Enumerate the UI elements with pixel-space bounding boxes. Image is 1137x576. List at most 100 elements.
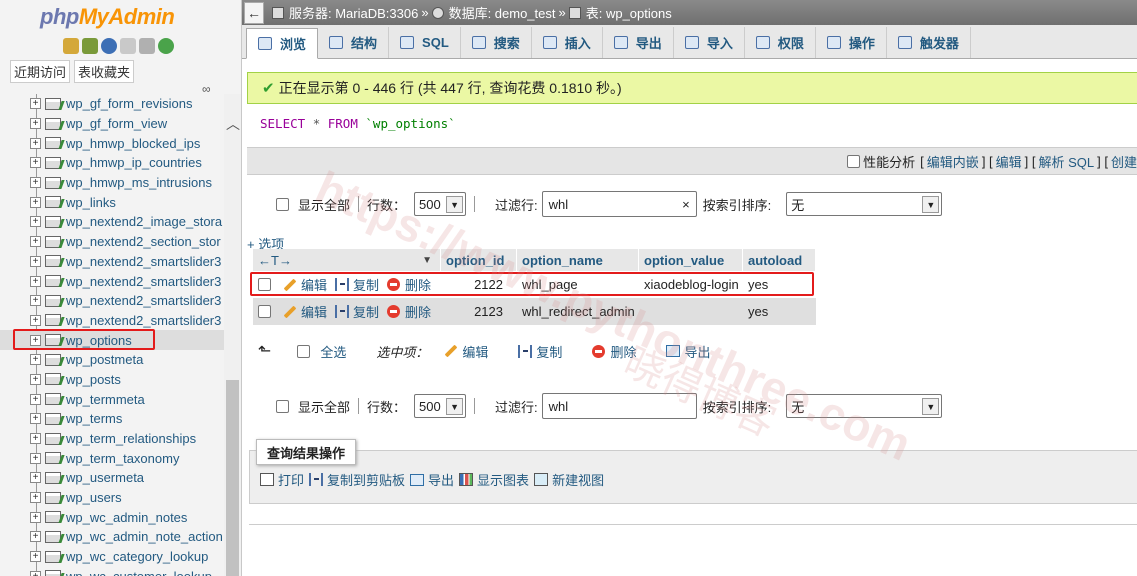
select-all-label[interactable]: 全选 xyxy=(320,342,346,361)
sidebar-item-table[interactable]: + wp_nextend2_smartslider3 xyxy=(0,291,224,311)
table-icon[interactable] xyxy=(45,412,61,425)
tab-insert[interactable]: 插入 xyxy=(532,27,603,58)
explain-sql-link[interactable]: 解析 SQL xyxy=(1039,152,1095,171)
expand-icon[interactable]: + xyxy=(30,275,41,287)
expand-icon[interactable]: + xyxy=(30,373,41,385)
cell-option-id[interactable]: 2123 xyxy=(441,298,517,325)
sort-select[interactable]: 无 ▼ xyxy=(786,394,943,418)
row-copy-button[interactable]: 复制 xyxy=(335,302,379,321)
table-icon[interactable] xyxy=(45,530,61,543)
expand-icon[interactable]: + xyxy=(30,137,41,149)
tab-triggers[interactable]: 触发器 xyxy=(887,27,971,58)
tab-operations[interactable]: 操作 xyxy=(816,27,887,58)
rows-select[interactable]: 500 ▼ xyxy=(414,394,467,418)
sidebar-item-table[interactable]: + wp_nextend2_smartslider3 xyxy=(0,311,224,331)
edit-inline-link[interactable]: 编辑内嵌 xyxy=(927,152,979,171)
row-checkbox[interactable] xyxy=(258,305,271,318)
cell-autoload[interactable]: yes xyxy=(743,298,816,325)
table-icon[interactable] xyxy=(45,373,61,386)
reload-icon[interactable] xyxy=(158,38,174,54)
copy-clipboard-link[interactable]: 复制到剪贴板 xyxy=(309,470,405,489)
expand-icon[interactable]: + xyxy=(30,118,41,130)
settings-icon[interactable] xyxy=(139,38,155,54)
sidebar-item-table[interactable]: + wp_terms xyxy=(0,409,224,429)
sidebar-item-label[interactable]: wp_hmwp_ms_intrusions xyxy=(66,175,212,190)
breadcrumb-server[interactable]: 服务器: MariaDB:3306 xyxy=(289,3,418,22)
sort-select[interactable]: 无 ▼ xyxy=(786,192,943,216)
bulk-export-button[interactable]: 导出 xyxy=(666,342,710,361)
sidebar-item-label[interactable]: wp_term_relationships xyxy=(66,431,196,446)
sidebar-item-table[interactable]: + wp_term_taxonomy xyxy=(0,448,224,468)
sidebar-item-table[interactable]: + wp_usermeta xyxy=(0,468,224,488)
expand-icon[interactable]: + xyxy=(30,216,41,228)
tab-search[interactable]: 搜索 xyxy=(461,27,532,58)
sidebar-item-label[interactable]: wp_gf_form_view xyxy=(66,116,167,131)
sidebar-item-label[interactable]: wp_terms xyxy=(66,411,122,426)
sidebar-item-table[interactable]: + wp_nextend2_section_stor xyxy=(0,232,224,252)
sidebar-item-label[interactable]: wp_nextend2_image_stora xyxy=(66,214,222,229)
expand-icon[interactable]: + xyxy=(30,157,41,169)
expand-icon[interactable]: + xyxy=(30,295,41,307)
column-header-option-value[interactable]: option_value xyxy=(639,249,743,271)
expand-icon[interactable]: + xyxy=(30,551,41,563)
expand-icon[interactable]: + xyxy=(30,255,41,267)
table-icon[interactable] xyxy=(45,137,61,150)
sidebar-item-table[interactable]: + wp_hmwp_ip_countries xyxy=(0,153,224,173)
table-icon[interactable] xyxy=(45,235,61,248)
sidebar-item-label[interactable]: wp_users xyxy=(66,490,122,505)
table-icon[interactable] xyxy=(45,393,61,406)
table-icon[interactable] xyxy=(45,570,61,576)
show-all-checkbox[interactable] xyxy=(276,197,289,211)
tab-privileges[interactable]: 权限 xyxy=(745,27,816,58)
row-delete-button[interactable]: 删除 xyxy=(387,302,431,321)
sidebar-item-table[interactable]: + wp_wc_admin_note_action xyxy=(0,527,224,547)
sidebar-item-table[interactable]: + wp_nextend2_image_stora xyxy=(0,212,224,232)
print-link[interactable]: 打印 xyxy=(260,470,304,489)
table-icon[interactable] xyxy=(45,452,61,465)
column-arrows[interactable]: ←T→ ▼ xyxy=(253,249,441,271)
collapse-sidebar-button[interactable]: ← xyxy=(244,1,264,24)
export-link[interactable]: 导出 xyxy=(410,470,454,489)
sidebar-item-label[interactable]: wp_usermeta xyxy=(66,470,144,485)
expand-icon[interactable]: + xyxy=(30,236,41,248)
create-view-link[interactable]: 新建视图 xyxy=(534,470,604,489)
sidebar-item-label[interactable]: wp_nextend2_smartslider3 xyxy=(66,293,221,308)
column-header-option-name[interactable]: option_name xyxy=(517,249,639,271)
expand-icon[interactable]: + xyxy=(30,570,41,576)
table-icon[interactable] xyxy=(45,550,61,563)
sidebar-item-label[interactable]: wp_postmeta xyxy=(66,352,143,367)
home-icon[interactable] xyxy=(63,38,79,54)
tab-sql[interactable]: SQL xyxy=(389,27,461,58)
table-icon[interactable] xyxy=(45,294,61,307)
tab-structure[interactable]: 结构 xyxy=(318,27,390,58)
sidebar-item-label[interactable]: wp_nextend2_smartslider3 xyxy=(66,254,221,269)
row-edit-button[interactable]: 编辑 xyxy=(283,302,327,321)
sidebar-item-label[interactable]: wp_nextend2_smartslider3 xyxy=(66,313,221,328)
show-all-checkbox[interactable] xyxy=(276,399,289,413)
tab-import[interactable]: 导入 xyxy=(674,27,745,58)
phpmyadmin-logo[interactable]: phpMyAdmin xyxy=(40,4,175,30)
sidebar-item-table[interactable]: + wp_nextend2_smartslider3 xyxy=(0,271,224,291)
sidebar-item-table[interactable]: + wp_hmwp_ms_intrusions xyxy=(0,173,224,193)
profiling-checkbox[interactable] xyxy=(847,155,861,168)
table-icon[interactable] xyxy=(45,432,61,445)
sidebar-item-label[interactable]: wp_gf_form_revisions xyxy=(66,96,192,111)
table-icon[interactable] xyxy=(45,176,61,189)
sidebar-item-label[interactable]: wp_wc_category_lookup xyxy=(66,549,208,564)
bulk-delete-button[interactable]: 删除 xyxy=(592,342,636,361)
sidebar-scrollbar-thumb[interactable] xyxy=(226,380,239,576)
sidebar-item-label[interactable]: wp_wc_admin_note_action xyxy=(66,529,223,544)
tab-favorites[interactable]: 表收藏夹 xyxy=(74,60,135,83)
sidebar-item-table[interactable]: + wp_wc_customer_lookup xyxy=(0,567,224,576)
expand-icon[interactable]: + xyxy=(30,452,41,464)
sidebar-item-table[interactable]: + wp_posts xyxy=(0,370,224,390)
cell-option-value[interactable] xyxy=(639,298,743,325)
table-icon[interactable] xyxy=(45,314,61,327)
table-icon[interactable] xyxy=(45,275,61,288)
sidebar-item-label[interactable]: wp_nextend2_section_stor xyxy=(66,234,221,249)
sidebar-item-label[interactable]: wp_wc_customer_lookup xyxy=(66,569,212,576)
sidebar-item-table[interactable]: + wp_links xyxy=(0,192,224,212)
tab-recent[interactable]: 近期访问 xyxy=(10,60,71,83)
table-icon[interactable] xyxy=(45,97,61,110)
breadcrumb-database[interactable]: 数据库: demo_test xyxy=(449,3,556,22)
